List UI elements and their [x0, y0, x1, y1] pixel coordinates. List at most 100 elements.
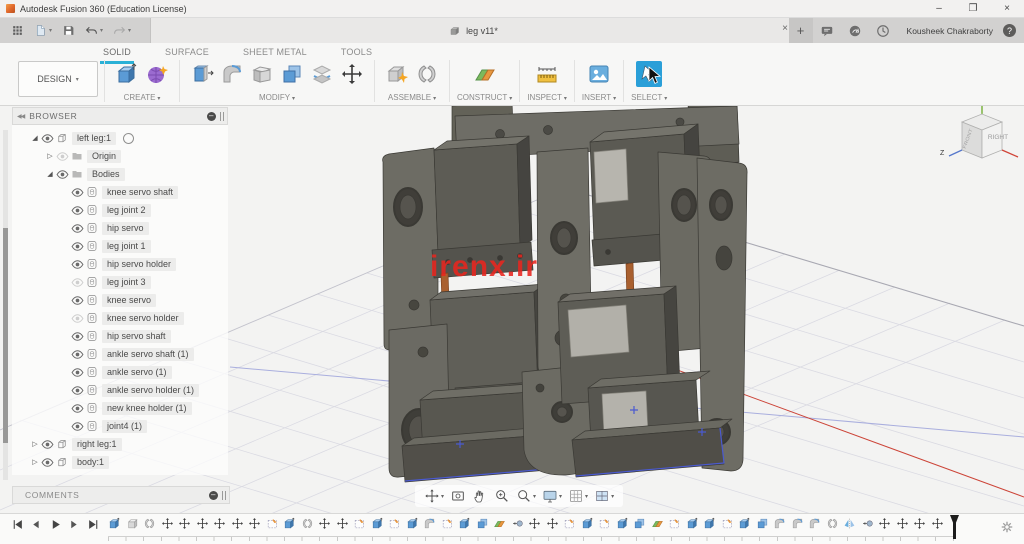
go-to-end-icon[interactable]: [87, 518, 100, 531]
tree-item-label[interactable]: leg joint 2: [102, 204, 151, 217]
close-button[interactable]: ×: [990, 3, 1024, 14]
job-status-clock-icon[interactable]: [876, 24, 890, 38]
tree-item-label[interactable]: ankle servo (1): [102, 366, 172, 379]
expander-open-icon[interactable]: ◢: [29, 134, 41, 142]
timeline-feature-fillet-icon[interactable]: [808, 517, 821, 530]
ribbon-group-label[interactable]: MODIFY▾: [259, 93, 295, 102]
timeline-feature-extrude-icon[interactable]: [738, 517, 751, 530]
visibility-eye-icon[interactable]: [71, 186, 86, 199]
visibility-eye-icon[interactable]: [71, 276, 86, 289]
timeline-feature-plane-icon[interactable]: [651, 517, 664, 530]
timeline-feature-extrude-icon[interactable]: [616, 517, 629, 530]
tree-item-label[interactable]: hip servo holder: [102, 258, 176, 271]
tree-item-label[interactable]: Origin: [87, 150, 121, 163]
timeline-feature-move-icon[interactable]: [931, 517, 944, 530]
ribbon-group-label[interactable]: ASSEMBLE▾: [388, 93, 436, 102]
timeline-feature-move-icon[interactable]: [913, 517, 926, 530]
tree-item[interactable]: leg joint 2: [12, 201, 228, 219]
design-menu-button[interactable]: DESIGN▾: [18, 61, 98, 97]
timeline-feature-extrude-icon[interactable]: [371, 517, 384, 530]
timeline-feature-joint-icon[interactable]: [826, 517, 839, 530]
ribbon-group-label[interactable]: INSPECT▾: [527, 93, 567, 102]
lookat-icon[interactable]: [450, 488, 466, 504]
timeline-feature-extrude-icon[interactable]: [108, 517, 121, 530]
tree-item-label[interactable]: joint4 (1): [102, 420, 147, 433]
timeline-feature-sketch-icon[interactable]: [441, 517, 454, 530]
tree-item[interactable]: hip servo shaft: [12, 327, 228, 345]
visibility-eye-icon[interactable]: [41, 438, 56, 451]
tree-item-label[interactable]: knee servo shaft: [102, 186, 178, 199]
tree-item-label[interactable]: leg joint 1: [102, 240, 151, 253]
help-button[interactable]: ?: [1003, 24, 1016, 37]
tree-item[interactable]: ankle servo shaft (1): [12, 345, 228, 363]
visibility-eye-icon[interactable]: [71, 420, 86, 433]
tree-item[interactable]: ankle servo holder (1): [12, 381, 228, 399]
pan-icon[interactable]: [472, 488, 488, 504]
restore-button[interactable]: ❐: [956, 3, 990, 14]
fillet-icon[interactable]: [220, 62, 244, 86]
zoomin-icon[interactable]: [494, 488, 510, 504]
panel-grip-handle[interactable]: [220, 112, 224, 121]
visibility-eye-icon[interactable]: [71, 384, 86, 397]
view-cube[interactable]: RIGHT FRONT Z: [938, 100, 1024, 180]
tree-item-label[interactable]: knee servo holder: [102, 312, 184, 325]
save-icon[interactable]: [62, 24, 75, 37]
timeline-feature-move-icon[interactable]: [336, 517, 349, 530]
collapse-panel-icon[interactable]: ◀◀: [17, 113, 24, 120]
tree-item-label[interactable]: hip servo: [102, 222, 149, 235]
timeline-feature-move-icon[interactable]: [878, 517, 891, 530]
document-tab[interactable]: leg v11* ×: [150, 18, 797, 43]
timeline-feature-move-icon[interactable]: [178, 517, 191, 530]
viewports-icon[interactable]: ▾: [594, 488, 614, 504]
tree-item[interactable]: ◢Bodies: [12, 165, 228, 183]
extrude-icon[interactable]: [115, 62, 139, 86]
remove-panel-icon[interactable]: –: [207, 112, 216, 121]
remove-comments-icon[interactable]: –: [209, 491, 218, 500]
minimize-button[interactable]: –: [922, 3, 956, 14]
timeline-feature-move-icon[interactable]: [231, 517, 244, 530]
timeline-feature-mirror-icon[interactable]: [843, 517, 856, 530]
visibility-eye-icon[interactable]: [71, 258, 86, 271]
visibility-eye-icon[interactable]: [71, 240, 86, 253]
tree-item[interactable]: ◢ left leg:1: [12, 129, 228, 147]
visibility-eye-icon[interactable]: [56, 150, 71, 163]
timeline-feature-move-icon[interactable]: [213, 517, 226, 530]
browser-panel-header[interactable]: ◀◀ BROWSER –: [12, 107, 228, 125]
browser-scrollbar[interactable]: [3, 130, 8, 480]
timeline-feature-sketch-icon[interactable]: [721, 517, 734, 530]
timeline-settings-gear-icon[interactable]: [1000, 520, 1014, 534]
tree-item-label[interactable]: hip servo shaft: [102, 330, 171, 343]
insert-icon[interactable]: [587, 62, 611, 86]
ribbon-group-label[interactable]: CREATE▾: [124, 93, 161, 102]
timeline-feature-sketch-icon[interactable]: [266, 517, 279, 530]
form-icon[interactable]: [145, 62, 169, 86]
move-icon[interactable]: [340, 62, 364, 86]
tree-item[interactable]: new knee holder (1): [12, 399, 228, 417]
timeline-feature-sketch-icon[interactable]: [388, 517, 401, 530]
tree-item[interactable]: ▷right leg:1: [12, 435, 228, 453]
tree-item-label[interactable]: left leg:1: [72, 132, 116, 145]
timeline-feature-combine-icon[interactable]: [633, 517, 646, 530]
timeline-feature-joint2-icon[interactable]: [511, 517, 524, 530]
tree-item[interactable]: knee servo holder: [12, 309, 228, 327]
tree-item-label[interactable]: right leg:1: [72, 438, 122, 451]
tree-item-label[interactable]: knee servo: [102, 294, 156, 307]
tree-item[interactable]: knee servo: [12, 291, 228, 309]
shell-icon[interactable]: [250, 62, 274, 86]
activate-component-radio[interactable]: [123, 133, 134, 144]
visibility-eye-icon[interactable]: [41, 132, 56, 145]
close-tab-icon[interactable]: ×: [782, 23, 788, 34]
tree-item[interactable]: hip servo: [12, 219, 228, 237]
timeline-feature-sketch-icon[interactable]: [598, 517, 611, 530]
visibility-eye-icon[interactable]: [41, 456, 56, 469]
tree-item[interactable]: leg joint 3: [12, 273, 228, 291]
comments-grip-handle[interactable]: [222, 491, 226, 500]
plane-icon[interactable]: [473, 62, 497, 86]
display-icon[interactable]: ▾: [542, 488, 562, 504]
timeline-feature-move-icon[interactable]: [196, 517, 209, 530]
tree-item-label[interactable]: new knee holder (1): [102, 402, 192, 415]
tree-item[interactable]: hip servo holder: [12, 255, 228, 273]
timeline-feature-box-icon[interactable]: [126, 517, 139, 530]
new-file-icon[interactable]: ▾: [34, 24, 52, 37]
comments-panel[interactable]: COMMENTS –: [12, 486, 230, 504]
